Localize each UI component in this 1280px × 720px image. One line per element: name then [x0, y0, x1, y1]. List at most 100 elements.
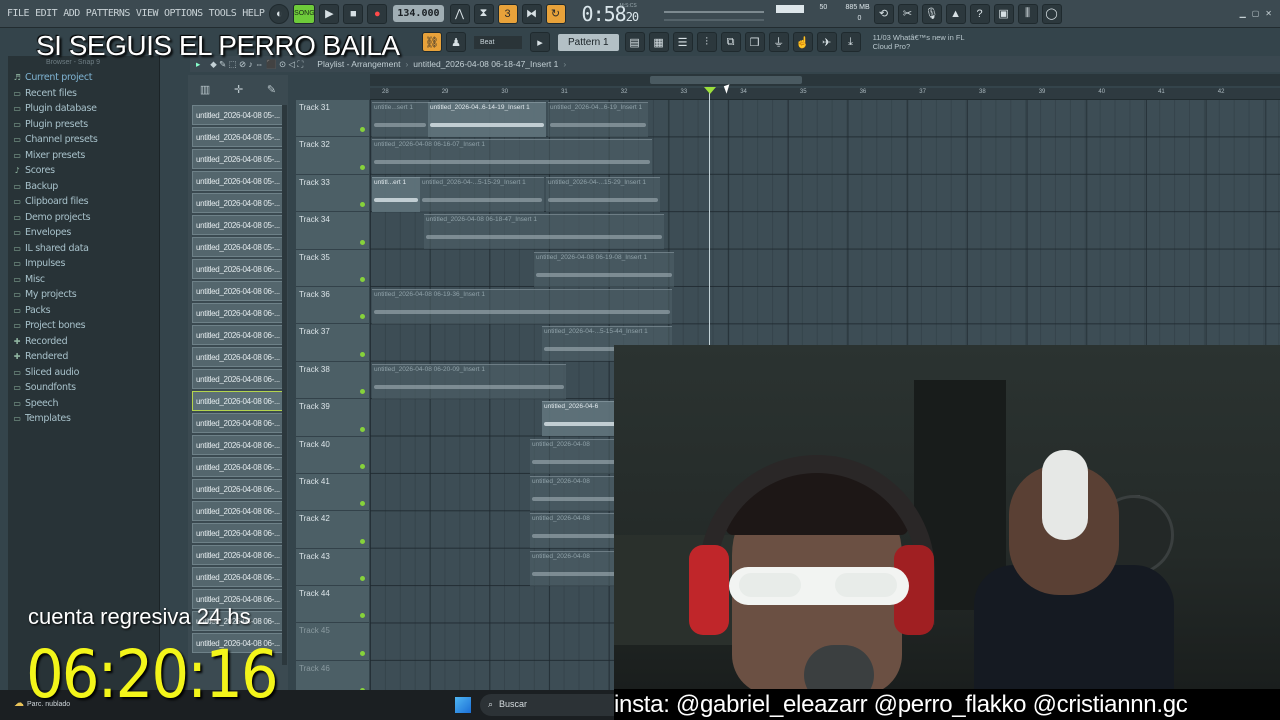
save-icon[interactable]: ▣: [993, 3, 1014, 24]
clip-source-item[interactable]: untitled_2026-04-08 05-...: [192, 237, 284, 257]
track-header[interactable]: Track 42: [296, 511, 369, 549]
browser-item[interactable]: ▭ Envelopes: [8, 225, 159, 241]
clip-source-item[interactable]: untitled_2026-04-08 06-...: [192, 347, 284, 367]
clip-source-item[interactable]: untitled_2026-04-08 06-...: [192, 369, 284, 389]
track-header[interactable]: Track 46: [296, 660, 369, 690]
track-enable-led[interactable]: [360, 613, 365, 619]
browser-item[interactable]: ▭ My projects: [8, 287, 159, 303]
record-button[interactable]: ●: [367, 3, 388, 24]
countdown-icon[interactable]: 3: [497, 3, 518, 24]
clip-source-item[interactable]: untitled_2026-04-08 05-...: [192, 171, 284, 191]
download-icon[interactable]: ⤓: [840, 32, 861, 52]
clip-source-item[interactable]: untitled_2026-04-08 06-...: [192, 457, 284, 477]
clip-source-item[interactable]: untitled_2026-04-08 06-...: [192, 567, 284, 587]
play-button[interactable]: ▶: [319, 3, 340, 24]
clip-source-item[interactable]: untitled_2026-04-08 05-...: [192, 215, 284, 235]
picker-icon[interactable]: ▥: [200, 83, 210, 96]
track-header[interactable]: Track 37: [296, 324, 369, 362]
track-header[interactable]: Track 45: [296, 623, 369, 661]
clip-source-item[interactable]: untitled_2026-04-08 06-...: [192, 501, 284, 521]
track-header[interactable]: Track 36: [296, 286, 369, 325]
browser-item[interactable]: ▭ Clipboard files: [8, 194, 159, 210]
master-volume-knob-icon[interactable]: ◐: [269, 3, 290, 24]
browser-item[interactable]: ▭ Backup: [8, 179, 159, 195]
playlist-scrollbar[interactable]: [370, 74, 1280, 86]
track-enable-led[interactable]: [360, 501, 365, 507]
audio-clip[interactable]: untitled_2026-04-08 06-19-36_Insert 1: [372, 289, 672, 324]
audio-clip[interactable]: untitled_2026-04-08 06-16-07_Insert 1: [372, 139, 652, 175]
track-enable-led[interactable]: [360, 314, 365, 320]
clip-source-item[interactable]: untitled_2026-04-08 06-...: [192, 435, 284, 455]
snap-selector[interactable]: Beat: [474, 35, 522, 49]
script-icon[interactable]: ✈: [816, 32, 837, 52]
loop-record-icon[interactable]: ↻: [545, 3, 566, 24]
track-enable-led[interactable]: [360, 127, 365, 133]
track-enable-led[interactable]: [360, 276, 365, 282]
clip-source-item[interactable]: untitled_2026-04-08 06-...: [192, 413, 284, 433]
track-header[interactable]: Track 33: [296, 174, 369, 213]
wait-input-icon[interactable]: ⧗: [473, 3, 494, 24]
browser-item[interactable]: ▭ Mixer presets: [8, 148, 159, 164]
browser-item[interactable]: ♬ Current project: [8, 70, 159, 86]
browser-item[interactable]: ▭ Channel presets: [8, 132, 159, 148]
audio-clip[interactable]: untitled_2026-04..6-14-19_Insert 1: [428, 102, 546, 137]
audio-clip[interactable]: untitled_2026-04...6-19_Insert 1: [548, 102, 648, 137]
track-header[interactable]: Track 32: [296, 137, 369, 175]
browser-item[interactable]: ▭ IL shared data: [8, 241, 159, 257]
menu-help[interactable]: HELP: [239, 8, 267, 19]
stop-button[interactable]: ■: [343, 3, 364, 24]
master-volume-slider[interactable]: [663, 18, 764, 21]
playlist-icon[interactable]: ▤: [624, 32, 645, 52]
track-enable-led[interactable]: [360, 239, 365, 245]
close-icon[interactable]: ✕: [1265, 9, 1272, 18]
track-header[interactable]: Track 34: [296, 212, 369, 250]
reset-icon[interactable]: ⟲: [873, 3, 894, 24]
stamp-icon[interactable]: ♟: [446, 32, 466, 52]
render-icon[interactable]: ▲: [945, 3, 966, 24]
piano-roll-icon[interactable]: ▦: [648, 32, 669, 52]
browser-item[interactable]: ▭ Misc: [8, 272, 159, 288]
menu-options[interactable]: OPTIONS: [161, 8, 206, 19]
browser-item[interactable]: ▭ Recent files: [8, 86, 159, 102]
browser-item[interactable]: ▭ Demo projects: [8, 210, 159, 226]
track-enable-led[interactable]: [360, 426, 365, 432]
audio-clip[interactable]: untitled_2026-04-08 06-20-09_Insert 1: [372, 363, 566, 399]
mic-icon[interactable]: 🎙: [921, 3, 942, 24]
browser-item[interactable]: ✚ Recorded: [8, 334, 159, 350]
browser-item[interactable]: ▭ Plugin database: [8, 101, 159, 117]
taskbar-search[interactable]: ⌕ Buscar: [480, 694, 614, 716]
maximize-icon[interactable]: ▢: [1252, 9, 1260, 18]
pencil-icon[interactable]: ✎: [267, 83, 276, 96]
clip-source-item[interactable]: untitled_2026-04-08 05-...: [192, 127, 284, 147]
track-header[interactable]: Track 31: [296, 100, 369, 138]
clip-source-item[interactable]: untitled_2026-04-08 06-...: [192, 259, 284, 279]
track-enable-led[interactable]: [360, 389, 365, 395]
windows-start-icon[interactable]: [455, 697, 471, 713]
audio-clip[interactable]: untitled_2026-04-08: [530, 513, 620, 549]
track-header[interactable]: Track 41: [296, 473, 369, 512]
track-enable-led[interactable]: [360, 202, 365, 208]
plug-icon[interactable]: ⏚: [768, 32, 789, 52]
clip-source-item[interactable]: untitled_2026-04-08 06-...: [192, 281, 284, 301]
audio-clip[interactable]: untitled_2026-04-...15-29_Insert 1: [546, 176, 660, 212]
clip-source-item[interactable]: untitled_2026-04-08 05-...: [192, 149, 284, 169]
audio-clip[interactable]: untitle...sert 1: [372, 102, 428, 137]
add-clip-icon[interactable]: ✛: [234, 83, 243, 96]
news-panel[interactable]: 11/03 Whatâ€™s new in FL Cloud Pro?: [873, 33, 965, 51]
audio-clip[interactable]: untitled_2026-04-6: [542, 401, 622, 437]
browser-item[interactable]: ✚ Rendered: [8, 349, 159, 365]
audio-clip[interactable]: untitled_2026-04-08: [530, 438, 620, 474]
clip-source-item[interactable]: untitled_2026-04-08 05-...: [192, 105, 284, 125]
menu-view[interactable]: VIEW: [133, 8, 161, 19]
scroll-thumb[interactable]: [650, 76, 802, 84]
browser-toggle-icon[interactable]: ❒: [744, 32, 765, 52]
track-header[interactable]: Track 39: [296, 399, 369, 437]
clip-list-scrollbar[interactable]: [282, 105, 287, 665]
chat-icon[interactable]: ◯: [1041, 3, 1062, 24]
channel-rack-icon[interactable]: ☰: [672, 32, 693, 52]
audio-clip[interactable]: untitled_2026-04-08: [530, 550, 620, 586]
clip-source-item[interactable]: untitled_2026-04-08 06-...: [192, 325, 284, 345]
track-enable-led[interactable]: [360, 463, 365, 469]
pattern-selector[interactable]: Pattern 1: [558, 33, 619, 51]
plugin-picker-icon[interactable]: ⧉: [720, 32, 741, 52]
